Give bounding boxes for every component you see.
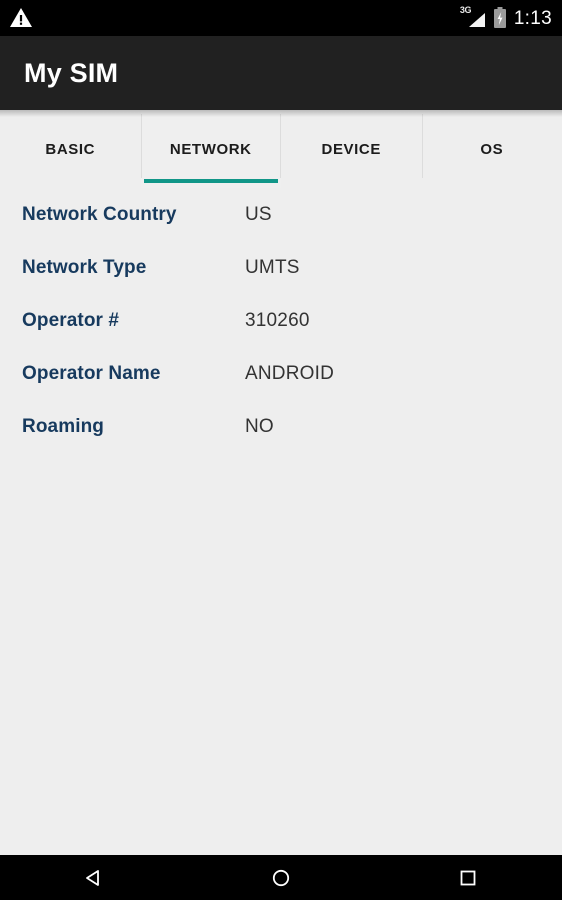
nav-recents-button[interactable] bbox=[375, 867, 562, 889]
tab-device-label: DEVICE bbox=[321, 140, 381, 158]
home-circle-icon bbox=[270, 867, 292, 889]
battery-charging-icon bbox=[493, 7, 507, 29]
tab-device[interactable]: DEVICE bbox=[281, 110, 422, 188]
network-info-list: Network Country US Network Type UMTS Ope… bbox=[0, 188, 562, 855]
row-label: Network Type bbox=[22, 257, 147, 278]
row-label: Roaming bbox=[22, 416, 104, 437]
status-bar-left bbox=[8, 6, 460, 30]
table-row: Operator # 310260 bbox=[0, 310, 562, 363]
table-row: Network Type UMTS bbox=[0, 257, 562, 310]
tab-basic-label: BASIC bbox=[45, 140, 96, 158]
nav-back-button[interactable] bbox=[0, 867, 187, 889]
nav-home-button[interactable] bbox=[187, 867, 374, 889]
row-value: UMTS bbox=[245, 257, 300, 278]
table-row: Operator Name ANDROID bbox=[0, 363, 562, 416]
row-value: ANDROID bbox=[245, 363, 335, 384]
app-bar: My SIM bbox=[0, 36, 562, 110]
row-value: NO bbox=[245, 416, 274, 437]
row-label: Network Country bbox=[22, 204, 177, 225]
row-value: US bbox=[245, 204, 272, 225]
recents-square-icon bbox=[457, 867, 479, 889]
tab-network-label: NETWORK bbox=[169, 140, 252, 158]
android-navigation-bar bbox=[0, 855, 562, 900]
page-title: My SIM bbox=[24, 57, 119, 88]
status-bar: 3G 1:13 bbox=[0, 0, 562, 36]
signal-bars-icon: 3G bbox=[460, 6, 486, 29]
status-bar-clock: 1:13 bbox=[513, 7, 552, 29]
row-label: Operator # bbox=[22, 310, 120, 331]
back-triangle-icon bbox=[83, 867, 105, 889]
tab-basic[interactable]: BASIC bbox=[0, 110, 141, 188]
tab-os-label: OS bbox=[480, 140, 504, 158]
table-row: Roaming NO bbox=[0, 416, 562, 469]
table-row: Network Country US bbox=[0, 204, 562, 257]
tab-os[interactable]: OS bbox=[421, 110, 562, 188]
row-value: 310260 bbox=[245, 310, 310, 331]
status-bar-right: 3G 1:13 bbox=[460, 6, 552, 29]
warning-triangle-icon bbox=[8, 6, 34, 30]
tab-bar: BASIC NETWORK DEVICE OS bbox=[0, 110, 562, 188]
phone-screen: 3G 1:13 My SIM BASIC NETWORK DEVICE OS N… bbox=[0, 0, 562, 900]
row-label: Operator Name bbox=[22, 363, 161, 384]
tab-network[interactable]: NETWORK bbox=[140, 110, 281, 188]
active-tab-indicator bbox=[143, 179, 278, 183]
